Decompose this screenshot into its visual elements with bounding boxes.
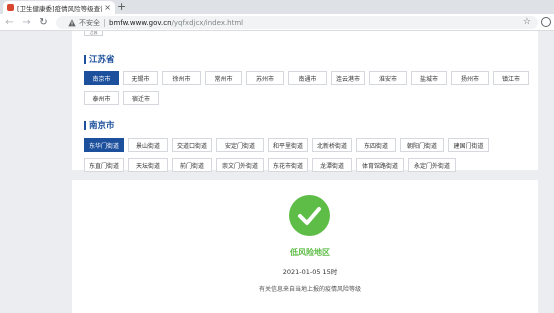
- favicon-icon: [7, 4, 14, 11]
- new-tab-icon[interactable]: +: [117, 0, 126, 13]
- street-button[interactable]: 东四街道: [356, 138, 396, 152]
- city-button-yangzhou[interactable]: 扬州市: [451, 71, 489, 85]
- url-path: /yqfxdjcx/index.html: [171, 18, 244, 27]
- address-bar[interactable]: 不安全 bmfw.www.gov.cn/yqfxdjcx/index.html …: [56, 16, 538, 29]
- street-button[interactable]: 东华门街道: [84, 138, 124, 152]
- street-button[interactable]: 龙潭街道: [312, 158, 352, 172]
- risk-level-label: 低风险地区: [290, 248, 330, 257]
- street-button[interactable]: 和平里街道: [268, 138, 308, 152]
- street-button[interactable]: 体育馆路街道: [356, 158, 404, 172]
- street-button[interactable]: 前门街道: [172, 158, 212, 172]
- province-heading: 江苏省: [84, 53, 115, 65]
- street-button[interactable]: 东花市街道: [268, 158, 308, 172]
- city-button-taizhou[interactable]: 泰州市: [84, 91, 119, 105]
- result-note: 有关信息来自当地上报的疫情风险等级: [258, 286, 361, 293]
- city-button-zhenjiang[interactable]: 镇江市: [493, 71, 529, 85]
- street-button[interactable]: 交道口街道: [172, 138, 212, 152]
- forward-icon[interactable]: →: [20, 16, 33, 29]
- province-title: 江苏省: [89, 55, 115, 65]
- url-host: bmfw.www.gov.cn: [109, 18, 172, 27]
- checkmark-icon: [289, 195, 330, 236]
- street-button[interactable]: 东直门街道: [84, 158, 124, 172]
- city-button-nantong[interactable]: 南通市: [288, 71, 327, 85]
- street-button[interactable]: 北新桥街道: [312, 138, 352, 152]
- heading-bar: [84, 54, 86, 64]
- back-icon[interactable]: ←: [3, 16, 16, 29]
- city-button-wuxi[interactable]: 无锡市: [123, 71, 158, 85]
- result-timestamp: 2021-01-05 15时: [282, 268, 338, 276]
- city-button-changzhou[interactable]: 常州市: [205, 71, 242, 85]
- profile-icon[interactable]: [541, 17, 551, 27]
- street-button[interactable]: 天坛街道: [128, 158, 168, 172]
- reload-icon[interactable]: ↻: [37, 16, 50, 29]
- not-secure-label: 不安全: [79, 18, 100, 27]
- city-button-yancheng[interactable]: 盐城市: [411, 71, 447, 85]
- warning-icon: [68, 18, 76, 26]
- city-button-suqian[interactable]: 宿迁市: [123, 91, 159, 105]
- browser-toolbar: ← → ↻ 不安全 bmfw.www.gov.cn/yqfxdjcx/index…: [0, 14, 554, 31]
- street-button[interactable]: 安定门街道: [216, 138, 264, 152]
- city-button-huaian[interactable]: 淮安市: [369, 71, 407, 85]
- bookmark-star-icon[interactable]: ☆: [523, 16, 531, 29]
- city-button-xuzhou[interactable]: 徐州市: [162, 71, 201, 85]
- street-button[interactable]: 崇文门外街道: [216, 158, 264, 172]
- street-button[interactable]: 建国门街道: [448, 138, 489, 152]
- browser-tab[interactable]: [卫生健康委]疫情风险等级查询 ×: [3, 1, 115, 14]
- close-tab-icon[interactable]: ×: [104, 3, 111, 12]
- city-button-suzhou[interactable]: 苏州市: [246, 71, 284, 85]
- city-title: 南京市: [89, 121, 115, 131]
- tab-bar: [卫生健康委]疫情风险等级查询 × +: [0, 0, 554, 14]
- heading-bar: [84, 120, 86, 130]
- street-button[interactable]: 景山街道: [128, 138, 168, 152]
- street-button[interactable]: 永定门外街道: [408, 158, 456, 172]
- city-button-lianyungang[interactable]: 连云港市: [331, 71, 365, 85]
- city-button-nanjing[interactable]: 南京市: [84, 71, 119, 85]
- partial-region-button[interactable]: 江苏: [84, 31, 103, 36]
- tab-title: [卫生健康委]疫情风险等级查询: [17, 4, 103, 13]
- city-heading: 南京市: [84, 119, 115, 131]
- street-button[interactable]: 朝阳门街道: [400, 138, 444, 152]
- address-divider: [104, 18, 105, 27]
